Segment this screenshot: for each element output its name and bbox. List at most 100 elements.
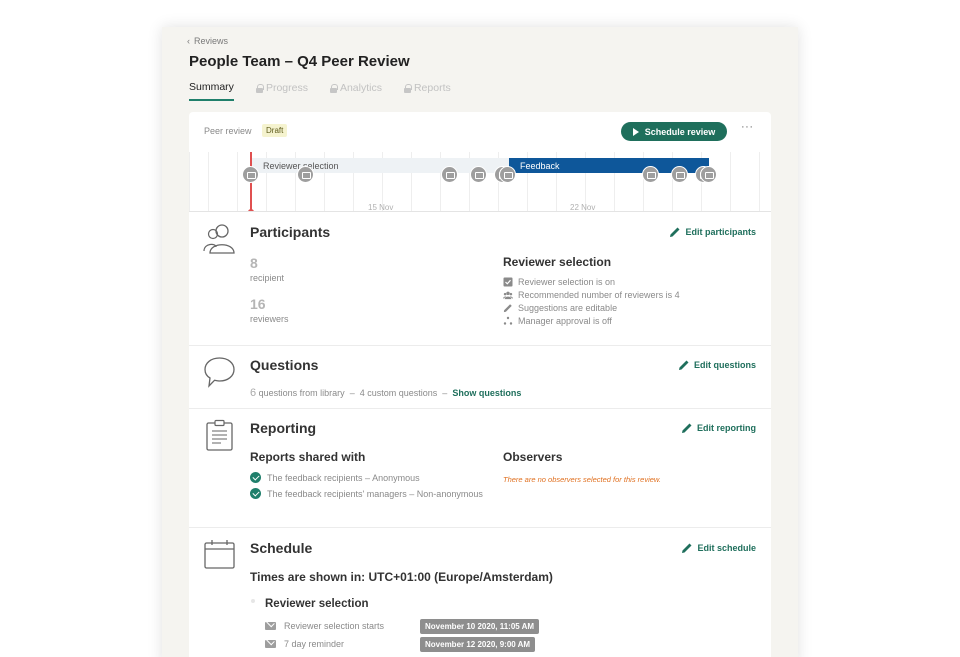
edit-reporting-label: Edit reporting <box>697 423 756 433</box>
tab-reports[interactable]: Reports <box>403 81 451 101</box>
tab-label: Summary <box>189 81 234 93</box>
report-recipient-label: The feedback recipients' managers – Non-… <box>267 488 483 499</box>
calendar-icon <box>204 540 235 569</box>
schedule-item-label: Reviewer selection starts <box>284 621 385 631</box>
separator: – <box>349 388 355 398</box>
pencil-icon <box>682 543 692 553</box>
email-reminder-icon[interactable] <box>499 166 516 183</box>
schedule-review-button[interactable]: Schedule review <box>621 122 727 141</box>
review-type-label: Peer review <box>204 126 252 136</box>
lock-icon <box>255 84 264 93</box>
timezone-info: Times are shown in: UTC+01:00 (Europe/Am… <box>250 570 553 584</box>
timeline-gridline <box>208 152 209 211</box>
edit-participants-label: Edit participants <box>685 227 756 237</box>
tab-label: Reports <box>413 82 451 94</box>
schedule-item: Reviewer selection starts <box>265 621 384 631</box>
email-reminder-icon[interactable] <box>441 166 458 183</box>
dots-icon <box>503 316 513 325</box>
reviewer-selection-item-label: Manager approval is off <box>518 316 612 326</box>
schedule-review-label: Schedule review <box>644 126 716 137</box>
reports-shared-title: Reports shared with <box>250 450 366 464</box>
edit-questions-label: Edit questions <box>693 360 756 370</box>
separator: – <box>442 388 448 398</box>
envelope-icon <box>265 640 276 648</box>
recipients-label: recipient <box>250 273 285 283</box>
check-circle-icon <box>250 472 261 483</box>
timeline-gridline <box>237 152 238 211</box>
phase-label: Feedback <box>520 161 560 171</box>
schedule-date: November 12 2020, 9:00 AM <box>420 637 536 652</box>
clipboard-icon <box>206 419 233 451</box>
schedule-phase-title: Reviewer selection <box>265 598 369 610</box>
tab-bar: Summary Progress Analytics Reports <box>189 81 451 101</box>
breadcrumb[interactable]: ‹ Reviews <box>187 36 228 46</box>
edit-questions-button[interactable]: Edit questions <box>678 359 756 371</box>
report-recipient-item: The feedback recipients' managers – Non-… <box>250 488 483 499</box>
no-observers-message: There are no observers selected for this… <box>503 475 661 484</box>
people-icon <box>503 291 513 300</box>
reviewer-selection-item: Reviewer selection is on <box>503 277 615 287</box>
schedule-item: 7 day reminder <box>265 639 344 649</box>
reviewers-count: 16 <box>250 296 266 312</box>
check-circle-icon <box>250 488 261 499</box>
timeline-tick-label: 15 Nov <box>368 203 394 212</box>
edit-reporting-button[interactable]: Edit reporting <box>681 422 756 434</box>
library-question-label: questions from library <box>258 388 345 398</box>
email-reminder-icon[interactable] <box>242 166 259 183</box>
reviewer-selection-item: Manager approval is off <box>503 316 612 326</box>
tab-label: Progress <box>265 82 308 94</box>
email-reminder-icon[interactable] <box>671 166 688 183</box>
timeline-gridline <box>189 152 190 211</box>
reviewer-selection-item-label: Suggestions are editable <box>518 303 618 313</box>
reviewers-label: reviewers <box>250 314 289 324</box>
timeline-gridline <box>730 152 731 211</box>
page-title: People Team – Q4 Peer Review <box>189 53 410 70</box>
report-recipient-label: The feedback recipients – Anonymous <box>267 472 420 483</box>
email-reminder-icon[interactable] <box>700 166 717 183</box>
tab-label: Analytics <box>339 82 382 94</box>
show-questions-link[interactable]: Show questions <box>452 388 521 398</box>
play-icon <box>632 127 639 136</box>
schedule-section: Schedule Edit schedule Times are shown i… <box>189 528 771 657</box>
schedule-date: November 10 2020, 11:05 AM <box>420 619 540 634</box>
card-header: Peer review Draft Schedule review ··· <box>189 112 771 152</box>
timeline-tick-label: 22 Nov <box>570 203 596 212</box>
page-container: ‹ Reviews People Team – Q4 Peer Review S… <box>162 27 798 657</box>
section-title: Schedule <box>250 540 313 556</box>
participants-section: Participants Edit participants 8 recipie… <box>189 212 771 346</box>
tab-summary[interactable]: Summary <box>189 81 234 101</box>
report-recipient-item: The feedback recipients – Anonymous <box>250 472 420 483</box>
email-reminder-icon[interactable] <box>642 166 659 183</box>
reviewer-selection-item-label: Recommended number of reviewers is 4 <box>518 290 680 300</box>
edit-schedule-label: Edit schedule <box>697 543 756 553</box>
questions-section: Questions Edit questions 6 questions fro… <box>189 346 771 409</box>
reviewer-selection-title: Reviewer selection <box>503 255 612 269</box>
edit-participants-button[interactable]: Edit participants <box>669 226 756 238</box>
tab-analytics[interactable]: Analytics <box>329 81 382 101</box>
pencil-icon <box>670 227 680 237</box>
pencil-icon <box>678 360 689 370</box>
reviewer-selection-item: Recommended number of reviewers is 4 <box>503 290 680 300</box>
email-reminder-icon[interactable] <box>297 166 314 183</box>
envelope-icon <box>265 622 276 630</box>
schedule-item-label: 7 day reminder <box>284 639 345 649</box>
pencil-icon <box>503 304 512 313</box>
custom-question-label: 4 custom questions <box>359 388 438 398</box>
library-question-count: 6 <box>250 387 257 399</box>
speech-bubble-icon <box>204 357 235 388</box>
reviewer-selection-item: Suggestions are editable <box>503 303 617 313</box>
reporting-section: Reporting Edit reporting Reports shared … <box>189 409 771 528</box>
section-title: Participants <box>250 224 331 240</box>
participants-icon <box>203 224 235 254</box>
email-reminder-icon[interactable] <box>470 166 487 183</box>
lock-icon <box>403 84 412 93</box>
edit-schedule-button[interactable]: Edit schedule <box>681 542 756 554</box>
timeline-gridline <box>759 152 760 211</box>
status-badge: Draft <box>262 124 288 137</box>
tab-progress[interactable]: Progress <box>255 81 308 101</box>
checkbox-icon <box>503 277 513 287</box>
lock-icon <box>329 84 338 93</box>
questions-summary: 6 questions from library – 4 custom ques… <box>250 387 521 399</box>
breadcrumb-label[interactable]: Reviews <box>194 36 228 46</box>
more-options-icon[interactable]: ··· <box>741 121 754 133</box>
